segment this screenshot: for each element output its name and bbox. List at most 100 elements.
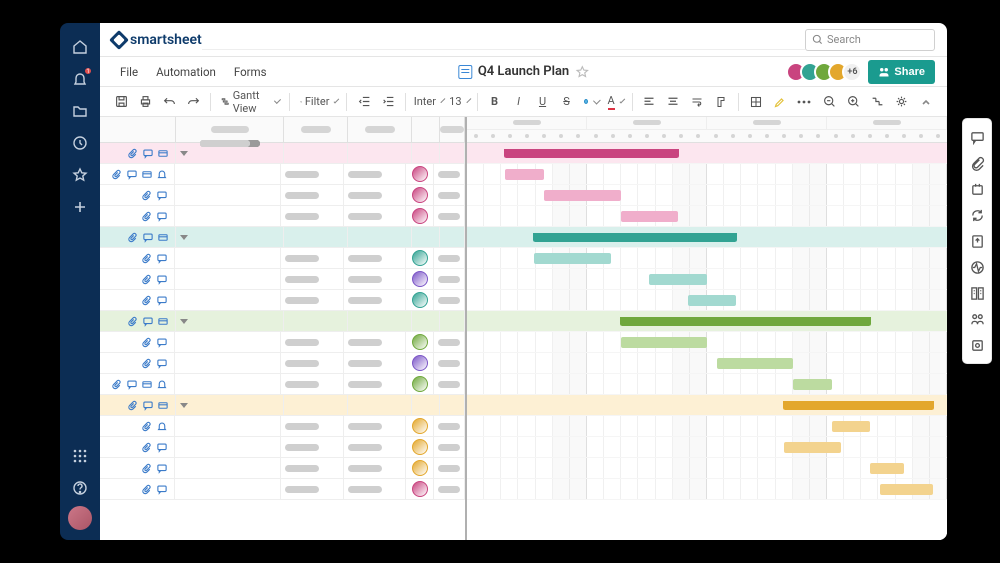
comment-icon[interactable]	[142, 316, 154, 327]
card-icon[interactable]	[141, 379, 153, 390]
gantt-task-bar[interactable]	[621, 211, 679, 222]
comment-icon[interactable]	[156, 295, 168, 306]
gantt-task-bar[interactable]	[880, 484, 933, 495]
attach-icon[interactable]	[141, 463, 153, 474]
grid-row[interactable]	[100, 269, 465, 290]
comment-icon[interactable]	[156, 211, 168, 222]
folders-icon[interactable]	[66, 97, 94, 125]
indent-icon[interactable]	[377, 91, 399, 113]
align-center-icon[interactable]	[662, 91, 684, 113]
comment-icon[interactable]	[142, 232, 154, 243]
workapps-icon[interactable]	[965, 333, 989, 357]
recents-icon[interactable]	[66, 129, 94, 157]
gantt-task-bar[interactable]	[793, 379, 831, 390]
brand-logo[interactable]: smartsheet	[112, 32, 202, 48]
settings-icon[interactable]	[891, 91, 913, 113]
attach-icon[interactable]	[141, 358, 153, 369]
italic-icon[interactable]: I	[508, 91, 530, 113]
resource-management-icon[interactable]	[965, 307, 989, 331]
expand-caret-icon[interactable]	[180, 319, 188, 324]
reminder-icon[interactable]	[156, 379, 168, 390]
proofs-icon[interactable]	[965, 177, 989, 201]
attach-icon[interactable]	[127, 400, 139, 411]
comment-icon[interactable]	[142, 148, 154, 159]
profile-avatar[interactable]	[68, 506, 92, 530]
grid-row[interactable]	[100, 353, 465, 374]
wrap-icon[interactable]	[686, 91, 708, 113]
owner-avatar[interactable]	[412, 418, 428, 434]
attach-icon[interactable]	[141, 337, 153, 348]
more-icon[interactable]	[793, 91, 815, 113]
gantt-task-bar[interactable]	[717, 358, 794, 369]
gantt-pane[interactable]	[467, 117, 947, 540]
column-status[interactable]	[440, 117, 465, 142]
owner-avatar[interactable]	[412, 355, 428, 371]
comment-icon[interactable]	[126, 379, 138, 390]
owner-avatar[interactable]	[412, 439, 428, 455]
gantt-task-bar[interactable]	[870, 463, 904, 474]
attach-icon[interactable]	[127, 232, 139, 243]
favorites-icon[interactable]	[66, 161, 94, 189]
owner-avatar[interactable]	[412, 208, 428, 224]
attach-icon[interactable]	[141, 211, 153, 222]
comment-icon[interactable]	[156, 442, 168, 453]
grid-row[interactable]	[100, 143, 465, 164]
apps-icon[interactable]	[66, 442, 94, 470]
grid-row[interactable]	[100, 479, 465, 500]
grid-row[interactable]	[100, 311, 465, 332]
owner-avatar[interactable]	[412, 481, 428, 497]
column-start[interactable]	[284, 117, 348, 142]
conversations-icon[interactable]	[965, 125, 989, 149]
sheet-title[interactable]: Q4 Launch Plan	[478, 64, 569, 79]
card-icon[interactable]	[157, 232, 169, 243]
owner-avatar[interactable]	[412, 166, 428, 182]
grid-row[interactable]	[100, 185, 465, 206]
column-end[interactable]	[348, 117, 412, 142]
reminder-icon[interactable]	[156, 169, 168, 180]
column-task[interactable]	[176, 117, 284, 142]
gantt-summary-bar[interactable]	[621, 317, 871, 326]
comment-icon[interactable]	[156, 253, 168, 264]
highlight-icon[interactable]	[769, 91, 791, 113]
collaborator-avatars[interactable]: +6	[786, 62, 862, 82]
attach-icon[interactable]	[127, 316, 139, 327]
home-icon[interactable]	[66, 33, 94, 61]
attach-icon[interactable]	[141, 484, 153, 495]
attachments-icon[interactable]	[965, 151, 989, 175]
gantt-task-bar[interactable]	[505, 169, 543, 180]
collapse-panel-icon[interactable]	[915, 91, 937, 113]
comment-icon[interactable]	[156, 274, 168, 285]
create-icon[interactable]	[66, 193, 94, 221]
menu-forms[interactable]: Forms	[226, 61, 275, 83]
help-icon[interactable]	[66, 474, 94, 502]
font-size-selector[interactable]: 13	[446, 91, 471, 113]
reminder-icon[interactable]	[156, 421, 168, 432]
update-requests-icon[interactable]	[965, 203, 989, 227]
attach-icon[interactable]	[127, 148, 139, 159]
menu-automation[interactable]: Automation	[148, 61, 224, 83]
column-owner[interactable]	[412, 117, 440, 142]
gantt-task-bar[interactable]	[832, 421, 870, 432]
zoom-in-icon[interactable]	[843, 91, 865, 113]
conditional-format-icon[interactable]	[745, 91, 767, 113]
print-icon[interactable]	[134, 91, 156, 113]
card-icon[interactable]	[157, 148, 169, 159]
owner-avatar[interactable]	[412, 250, 428, 266]
comment-icon[interactable]	[156, 190, 168, 201]
gantt-task-bar[interactable]	[621, 337, 707, 348]
search-input[interactable]: Search	[805, 29, 935, 51]
comment-icon[interactable]	[156, 484, 168, 495]
gantt-summary-bar[interactable]	[505, 149, 678, 158]
owner-avatar[interactable]	[412, 334, 428, 350]
column-indicators[interactable]	[100, 117, 176, 142]
gantt-summary-bar[interactable]	[534, 233, 736, 242]
grid-row[interactable]	[100, 395, 465, 416]
grid-row[interactable]	[100, 206, 465, 227]
grid-row[interactable]	[100, 374, 465, 395]
owner-avatar[interactable]	[412, 376, 428, 392]
expand-caret-icon[interactable]	[180, 235, 188, 240]
view-switcher[interactable]: Gantt View	[217, 91, 283, 113]
owner-avatar[interactable]	[412, 460, 428, 476]
zoom-out-icon[interactable]	[819, 91, 841, 113]
favorite-star-icon[interactable]	[575, 65, 589, 79]
